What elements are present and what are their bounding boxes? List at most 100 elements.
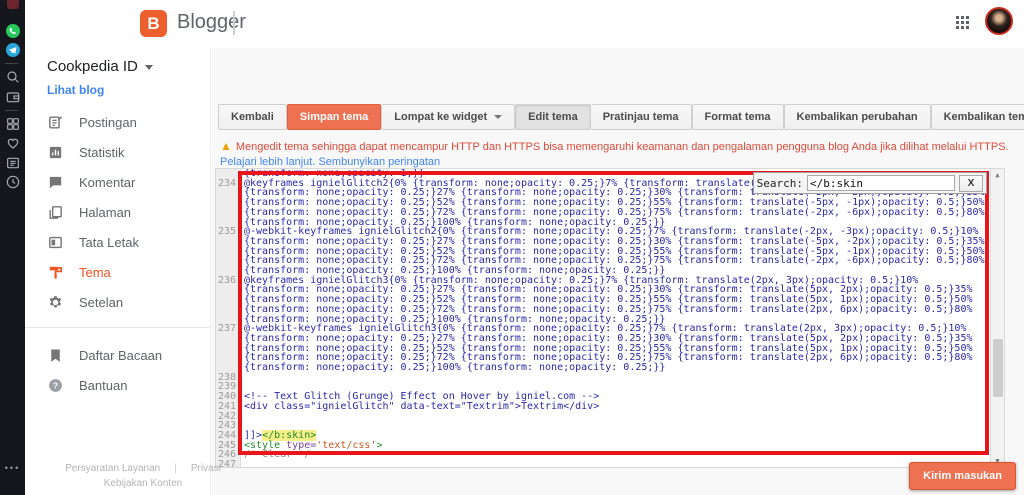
sidebar-item-label: Tata Letak: [79, 235, 139, 250]
line-content[interactable]: <div class="ignielGlitch" data-text="Tex…: [240, 402, 989, 412]
sidebar-item-label: Komentar: [79, 175, 135, 190]
sidebar-item-tata-letak[interactable]: Tata Letak: [25, 227, 210, 257]
line-content[interactable]: [240, 421, 989, 431]
line-content[interactable]: @-webkit-keyframes ignielGlitch3{0% {tra…: [240, 324, 989, 373]
blog-name: Cookpedia ID: [47, 58, 138, 75]
wallet-icon[interactable]: [5, 89, 21, 105]
sidebar-item-label: Postingan: [79, 115, 137, 130]
https-warning: ▲ Mengedit tema sehingga dapat mencampur …: [220, 138, 1014, 170]
sidebar-item-label: Halaman: [79, 205, 131, 220]
nav-divider: [25, 327, 210, 328]
sidebar-item-label: Daftar Bacaan: [79, 348, 162, 363]
content-policy-link[interactable]: Kebijakan Konten: [104, 478, 182, 489]
code-line: 236@keyframes ignielGlitch3{0% {transfor…: [216, 276, 1004, 325]
edit-theme-tab[interactable]: Edit tema: [515, 104, 591, 130]
close-search-button[interactable]: X: [959, 175, 983, 192]
sidebar-item-postingan[interactable]: Postingan: [25, 107, 210, 137]
pages-icon: [47, 204, 64, 221]
back-button[interactable]: Kembali: [218, 104, 287, 130]
sidebar-more-icon[interactable]: •••: [5, 463, 20, 473]
speed-dial-icon[interactable]: [5, 116, 21, 132]
blogger-logo-icon[interactable]: B: [140, 10, 167, 37]
sidebar-item-statistik[interactable]: Statistik: [25, 137, 210, 167]
code-line: 245<style type='text/css'>: [216, 441, 1004, 451]
nav-items: Postingan Statistik Komentar Halaman Tata Le…: [25, 107, 210, 400]
blogger-theme-editor-page: ••• B Blogger Cookpedia ID Lihat blog Po…: [0, 0, 1024, 495]
editor-scrollbar[interactable]: ▲ ▼: [990, 169, 1004, 467]
telegram-icon[interactable]: [5, 42, 21, 58]
rail-divider: [5, 110, 18, 111]
theme-icon: [47, 264, 64, 281]
sidebar-item-bantuan[interactable]: ?Bantuan: [25, 370, 210, 400]
hide-warning-link[interactable]: Sembunyikan peringatan: [318, 156, 440, 168]
theme-code-editor[interactable]: {transform: none;opacity: 1;}}234@keyfra…: [215, 168, 1005, 468]
stats-icon: [47, 144, 64, 161]
preview-theme-tab[interactable]: Pratinjau tema: [591, 104, 692, 130]
view-blog-link[interactable]: Lihat blog: [25, 77, 210, 107]
privacy-link[interactable]: Privasi: [191, 463, 221, 474]
jump-to-widget-dropdown[interactable]: Lompat ke widget: [381, 104, 515, 130]
line-content[interactable]: [240, 460, 989, 468]
scroll-up-icon[interactable]: ▲: [991, 171, 1004, 179]
main-content: Kembali Simpan tema Lompat ke widget Edi…: [212, 48, 1024, 495]
save-theme-button[interactable]: Simpan tema: [287, 104, 381, 130]
line-content[interactable]: /* Clear */: [240, 450, 989, 460]
line-number: 237: [216, 324, 240, 373]
sidebar-item-daftar-bacaan[interactable]: Daftar Bacaan: [25, 340, 210, 370]
search-icon[interactable]: [5, 69, 21, 85]
sidebar-item-komentar[interactable]: Komentar: [25, 167, 210, 197]
format-theme-button[interactable]: Format tema: [692, 104, 784, 130]
code-line: 246/* Clear */: [216, 450, 1004, 460]
sidebar-item-halaman[interactable]: Halaman: [25, 197, 210, 227]
send-feedback-button[interactable]: Kirim masukan: [909, 462, 1016, 490]
line-number: 235: [216, 227, 240, 276]
revert-widget-default-button[interactable]: Kembalikan tema widget ke default: [931, 104, 1024, 130]
line-number: 234: [216, 179, 240, 228]
settings-icon: [47, 294, 64, 311]
scrollbar-thumb[interactable]: [993, 339, 1003, 397]
warning-text: Mengedit tema sehingga dapat mencampur H…: [236, 141, 1009, 153]
line-content[interactable]: [240, 373, 989, 383]
warning-triangle-icon: ▲: [220, 139, 232, 153]
footer-separator: |: [174, 463, 177, 474]
sidebar-item-label: Bantuan: [79, 378, 127, 393]
line-number: 236: [216, 276, 240, 325]
layout-icon: [47, 234, 64, 251]
news-icon[interactable]: [5, 155, 21, 171]
line-content[interactable]: [240, 412, 989, 422]
sidebar-item-label: Tema: [79, 265, 111, 280]
sidebar-item-label: Statistik: [79, 145, 125, 160]
code-area[interactable]: {transform: none;opacity: 1;}}234@keyfra…: [216, 169, 1004, 468]
editor-search-bar: Search: X: [753, 172, 987, 194]
header-divider: [233, 11, 235, 35]
google-apps-icon[interactable]: [956, 16, 971, 31]
partial-pinned-icon: [7, 0, 19, 9]
history-icon[interactable]: [5, 174, 21, 190]
search-label: Search:: [757, 177, 803, 190]
sidebar-item-setelan[interactable]: Setelan: [25, 287, 210, 317]
code-line: 235@-webkit-keyframes ignielGlitch2{0% {…: [216, 227, 1004, 276]
line-content[interactable]: <style type='text/css'>: [240, 441, 989, 451]
top-header: B Blogger: [25, 0, 1024, 48]
sidebar-item-tema[interactable]: Tema: [25, 257, 210, 287]
rail-divider: [5, 63, 18, 64]
code-line: 241<div class="ignielGlitch" data-text="…: [216, 402, 1004, 412]
revert-changes-button[interactable]: Kembalikan perubahan: [784, 104, 931, 130]
blog-selector[interactable]: Cookpedia ID: [25, 48, 210, 77]
bookmarks-heart-icon[interactable]: [5, 135, 21, 151]
code-line: 247: [216, 460, 1004, 468]
learn-more-link[interactable]: Pelajari lebih lanjut.: [220, 156, 315, 168]
terms-link[interactable]: Persyaratan Layanan: [65, 463, 160, 474]
avatar[interactable]: [985, 7, 1013, 35]
chevron-down-icon: [494, 115, 502, 119]
line-content[interactable]: @-webkit-keyframes ignielGlitch2{0% {tra…: [240, 227, 989, 276]
reading-icon: [47, 347, 64, 364]
theme-toolbar: Kembali Simpan tema Lompat ke widget Edi…: [218, 104, 1016, 130]
sidebar-item-label: Setelan: [79, 295, 123, 310]
whatsapp-icon[interactable]: [5, 23, 21, 39]
footer-links: Persyaratan Layanan | Privasi Kebijakan Ko…: [50, 461, 236, 491]
browser-sidebar-rail: •••: [0, 0, 25, 495]
line-content[interactable]: @keyframes ignielGlitch3{0% {transform: …: [240, 276, 989, 325]
search-input[interactable]: [807, 175, 955, 191]
chevron-down-icon: [145, 65, 153, 70]
